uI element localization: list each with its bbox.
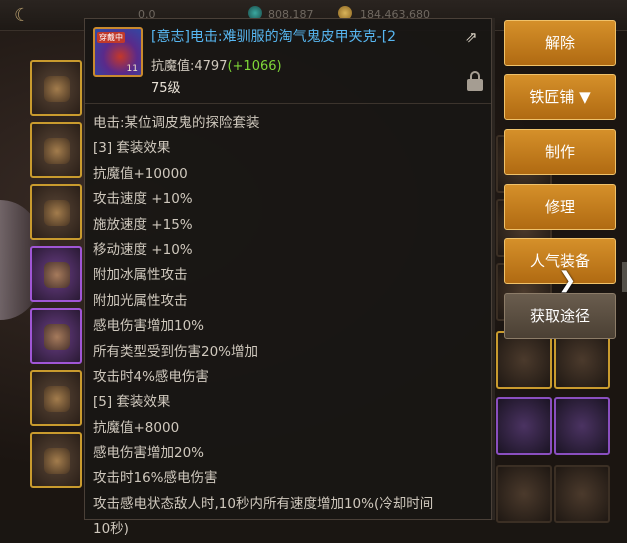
equip-slot[interactable] (496, 465, 552, 523)
effect-line: 移动速度 +10% (93, 241, 193, 258)
item-title: [意志]电击:难驯服的淘气鬼皮甲夹克-[2 (151, 29, 397, 45)
item-level: 75级 (151, 81, 181, 96)
effect-line: [5] 套装效果 (93, 394, 171, 411)
equip-slot[interactable] (554, 331, 610, 389)
effect-line: 感电伤害增加20% (93, 445, 205, 462)
equip-slot[interactable] (554, 465, 610, 523)
equip-slot[interactable] (496, 331, 552, 389)
effect-line: 附加冰属性攻击 (93, 267, 188, 284)
effect-line: 攻击速度 +10% (93, 191, 193, 208)
equip-slot[interactable] (30, 184, 82, 240)
equipment-icon (44, 138, 70, 164)
equip-slot[interactable] (30, 122, 82, 178)
equipped-badge: 穿戴中 (97, 32, 125, 43)
equip-slot[interactable] (30, 60, 82, 116)
effect-line: 攻击时4%感电伤害 (93, 368, 209, 385)
equip-slot[interactable] (30, 370, 82, 426)
resist-label: 抗魔值:4797 (151, 59, 228, 74)
equipment-icon (44, 262, 70, 288)
equip-slot[interactable] (30, 308, 82, 364)
effect-line: 电击:某位调皮鬼的探险套装 (93, 115, 260, 131)
equip-slot[interactable] (30, 246, 82, 302)
set-effects-list: 电击:某位调皮鬼的探险套装 [3] 套装效果 抗魔值+10000 攻击速度 +10% 施… (93, 111, 488, 543)
equipment-slots-left (30, 60, 84, 520)
equipment-icon (44, 448, 70, 474)
equip-slot[interactable] (554, 397, 610, 455)
obtain-route-button[interactable]: 获取途径 (504, 293, 616, 339)
equip-slot[interactable] (496, 397, 552, 455)
effect-line: [3] 套装效果 (93, 140, 171, 157)
repair-button[interactable]: 修理 (504, 184, 616, 230)
effect-line: 抗魔值+8000 (93, 419, 180, 436)
back-arrow-icon[interactable]: ☾ (14, 5, 30, 26)
effect-line: 攻击感电状态敌人时,10秒内所有速度增加10%(冷却时间 (93, 495, 434, 512)
item-tooltip: 穿戴中 11 [意志]电击:难驯服的淘气鬼皮甲夹克-[2 ⇗ 抗魔值:4797(… (84, 18, 492, 537)
share-icon[interactable]: ⇗ (465, 28, 485, 46)
effect-line: 攻击时16%感电伤害 (93, 470, 218, 487)
effect-line: 10秒) (93, 521, 129, 538)
resist-bonus: (+1066) (227, 59, 282, 74)
blacksmith-button[interactable]: 铁匠铺 ▼ (504, 74, 616, 120)
item-icon-level: 11 (126, 64, 138, 74)
effect-line: 感电伤害增加10% (93, 318, 205, 335)
equip-slot[interactable] (30, 432, 82, 488)
lock-icon[interactable] (467, 71, 483, 91)
effect-line: 附加光属性攻击 (93, 292, 188, 309)
tooltip-scrollbar[interactable] (492, 18, 495, 520)
unequip-button[interactable]: 解除 (504, 20, 616, 66)
equipment-icon (44, 76, 70, 102)
equipment-icon (44, 200, 70, 226)
equipment-icon (44, 324, 70, 350)
item-resist: 抗魔值:4797(+1066) (151, 55, 282, 74)
equipment-icon (44, 386, 70, 412)
effect-line: 所有类型受到伤害20%增加 (93, 343, 259, 360)
item-icon: 穿戴中 11 (93, 27, 143, 77)
side-edge-tab[interactable] (622, 262, 627, 292)
tooltip-header: 穿戴中 11 [意志]电击:难驯服的淘气鬼皮甲夹克-[2 ⇗ 抗魔值:4797(… (85, 19, 491, 104)
craft-button[interactable]: 制作 (504, 129, 616, 175)
effect-line: 抗魔值+10000 (93, 165, 188, 182)
effect-line: 施放速度 +15% (93, 216, 193, 233)
lock-body (467, 79, 483, 91)
